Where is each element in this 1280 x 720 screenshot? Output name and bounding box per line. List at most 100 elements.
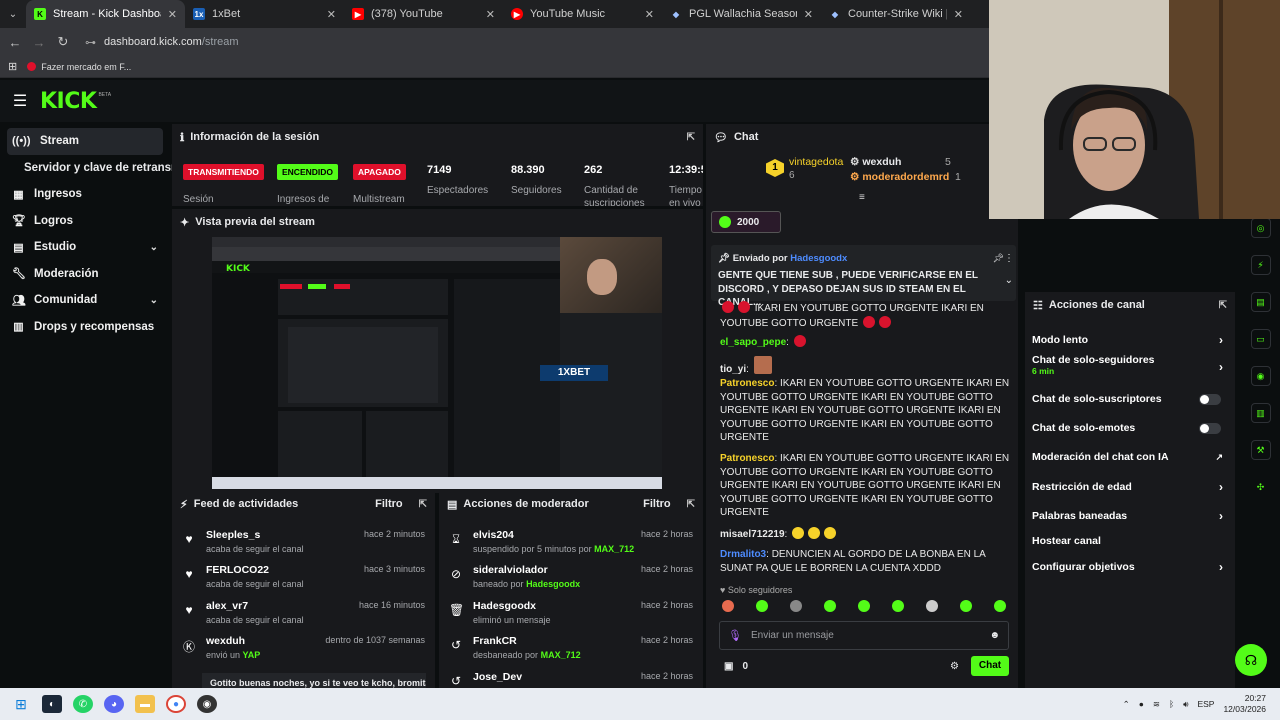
emote-icon[interactable] <box>926 600 938 612</box>
emote-icon[interactable] <box>994 600 1006 612</box>
whatsapp-icon[interactable]: ✆ <box>73 695 93 713</box>
puzzle-icon[interactable]: ✣ <box>1251 477 1271 497</box>
discord-icon[interactable]: ◕ <box>104 695 124 713</box>
emote-icon[interactable] <box>790 600 802 612</box>
hamburger-menu-icon[interactable]: ☰ <box>0 91 40 111</box>
mod-user[interactable]: Hadesgoodx <box>473 600 536 612</box>
feed-user[interactable]: alex_vr7 <box>206 600 248 612</box>
mod-user[interactable]: Jose_Dev <box>473 671 522 683</box>
chat-bubble-icon[interactable]: ▭ <box>1250 329 1271 349</box>
filter-button[interactable]: Filtro <box>375 498 403 510</box>
camera-icon[interactable]: ◎ <box>1250 218 1271 238</box>
feed-user[interactable]: Sleeples_s <box>206 529 260 541</box>
close-icon[interactable]: ✕ <box>645 8 654 21</box>
sidebar-item-comunidad[interactable]: 👥︎ Comunidad ⌄ <box>0 287 170 314</box>
forward-arrow-icon[interactable]: → <box>27 35 51 50</box>
feed-user[interactable]: wexduh <box>206 635 245 647</box>
steam-icon[interactable]: ◐ <box>42 695 62 713</box>
set-goals-row[interactable]: Configurar objetivos › <box>1025 557 1233 577</box>
emote-icon[interactable] <box>858 600 870 612</box>
expand-icon[interactable]: ⇱ <box>419 499 427 510</box>
chevron-down-icon[interactable]: ⌄ <box>1005 275 1013 286</box>
sidebar-item-moderacion[interactable]: 🔧︎ Moderación <box>0 261 170 288</box>
close-icon[interactable]: ✕ <box>486 8 495 21</box>
chat-user[interactable]: misael712219 <box>720 529 785 540</box>
chrome-icon[interactable]: ● <box>166 695 186 713</box>
more-icon[interactable]: ⋮ <box>1004 253 1014 264</box>
close-icon[interactable]: ✕ <box>327 8 336 21</box>
site-info-icon[interactable]: ⊶ <box>85 36 96 49</box>
emote-icon[interactable] <box>892 600 904 612</box>
tab-youtube[interactable]: ▶ (378) YouTube ✕ <box>344 0 503 28</box>
settings-gear-icon[interactable]: ⚙ <box>950 661 959 672</box>
banned-words-row[interactable]: Palabras baneadas › <box>1025 506 1233 526</box>
document-icon[interactable]: ▤ <box>1250 292 1271 312</box>
feed-user[interactable]: FERLOCO22 <box>206 564 269 576</box>
stream-preview-video[interactable]: KICK 1XBET <box>212 237 662 489</box>
bolt-icon[interactable]: ⚡︎ <box>1250 255 1271 275</box>
bookmark-item[interactable]: Fazer mercado em F... <box>27 62 131 72</box>
leader-name[interactable]: vintagedota <box>789 156 843 168</box>
language-indicator[interactable]: ESP <box>1197 699 1214 709</box>
tray-app-icon[interactable]: ● <box>1139 699 1144 709</box>
mod-user[interactable]: elvis204 <box>473 529 514 541</box>
emotes-only-toggle[interactable] <box>1199 422 1221 434</box>
sidebar-item-logros[interactable]: 🏆︎ Logros <box>0 208 170 235</box>
emote-icon[interactable] <box>756 600 768 612</box>
sidebar-item-stream[interactable]: ((•)) Stream <box>7 128 163 155</box>
file-explorer-icon[interactable]: ▬ <box>135 695 155 713</box>
emoji-icon[interactable]: ☻ <box>989 630 1000 641</box>
points-display[interactable]: ▣ 0 <box>724 661 748 672</box>
chat-user[interactable]: tio_yi <box>720 364 746 375</box>
expand-icon[interactable]: ⇱ <box>687 499 695 510</box>
reload-icon[interactable]: ↻ <box>51 34 75 50</box>
back-arrow-icon[interactable]: ← <box>3 35 27 50</box>
chevron-up-icon[interactable]: ⌃ <box>1123 699 1130 710</box>
filter-button[interactable]: Filtro <box>643 498 671 510</box>
tab-kick-dashboard[interactable]: K Stream - Kick Dashboard ✕ <box>26 0 185 28</box>
sidebar-item-drops[interactable]: ▥ Drops y recompensas <box>0 314 170 341</box>
tab-1xbet[interactable]: 1x 1xBet ✕ <box>185 0 344 28</box>
expand-icon[interactable]: ⇱ <box>1219 300 1227 311</box>
chat-user[interactable]: Drmalito3 <box>720 549 766 560</box>
clock[interactable]: 20:27 12/03/2026 <box>1223 693 1266 715</box>
mod-user[interactable]: FrankCR <box>473 635 517 647</box>
sidebar-item-estudio[interactable]: ▤ Estudio ⌄ <box>0 234 170 261</box>
goal-pill[interactable]: 2000 <box>711 211 781 233</box>
wrench-icon[interactable]: ⚒ <box>1250 440 1271 460</box>
expand-icon[interactable]: ⇱ <box>687 132 695 143</box>
wifi-icon[interactable]: ≋ <box>1153 699 1160 710</box>
tab-youtube-music[interactable]: ▶ YouTube Music ✕ <box>503 0 662 28</box>
host-channel-row[interactable]: Hostear canal <box>1025 531 1233 551</box>
apps-grid-icon[interactable]: ⊞ <box>8 60 17 73</box>
tab-liquipedia-cs[interactable]: ◆ Counter-Strike Wiki | CS2 | Liqu ✕ <box>821 0 971 28</box>
url-field[interactable]: ⊶ dashboard.kick.com/stream <box>85 36 239 49</box>
bluetooth-icon[interactable]: ᛒ <box>1169 699 1174 709</box>
slow-mode-row[interactable]: Modo lento › <box>1025 330 1233 350</box>
emote-icon[interactable] <box>824 600 836 612</box>
close-icon[interactable]: ✕ <box>168 8 177 21</box>
help-headset-icon[interactable]: ☊ <box>1235 644 1267 676</box>
chat-user[interactable]: Patronesco <box>720 378 774 389</box>
sidebar-item-ingresos[interactable]: ▦ Ingresos <box>0 181 170 208</box>
collapse-icon[interactable]: ≡ <box>859 192 865 203</box>
close-icon[interactable]: ✕ <box>954 8 963 21</box>
ai-moderation-row[interactable]: Moderación del chat con IA ↗ <box>1025 447 1233 467</box>
emotes-only-row[interactable]: Chat de solo-emotes <box>1025 418 1233 438</box>
emote-icon[interactable] <box>960 600 972 612</box>
microphone-icon[interactable]: 🎙︎ <box>728 629 742 642</box>
gift-icon[interactable]: ▥ <box>1250 403 1271 423</box>
tab-search-icon[interactable]: ⌄ <box>0 0 26 28</box>
leader-name[interactable]: wexduh <box>862 156 901 168</box>
broadcast-icon[interactable]: ◉ <box>1250 366 1271 386</box>
tab-liquipedia-pgl[interactable]: ◆ PGL Wallachia Season 7 - Liqui ✕ <box>662 0 821 28</box>
sidebar-item-server-key[interactable]: Servidor y clave de retransmisión <box>0 155 172 182</box>
followers-only-row[interactable]: Chat de solo-seguidores 6 min › <box>1025 354 1233 384</box>
emote-icon[interactable] <box>722 600 734 612</box>
subscribers-only-toggle[interactable] <box>1199 393 1221 405</box>
chat-user[interactable]: Patronesco <box>720 453 774 464</box>
mod-user[interactable]: sideralviolador <box>473 564 548 576</box>
subscribers-only-row[interactable]: Chat de solo-suscriptores <box>1025 389 1233 409</box>
chat-user[interactable]: el_sapo_pepe <box>720 337 786 348</box>
close-icon[interactable]: ✕ <box>804 8 813 21</box>
